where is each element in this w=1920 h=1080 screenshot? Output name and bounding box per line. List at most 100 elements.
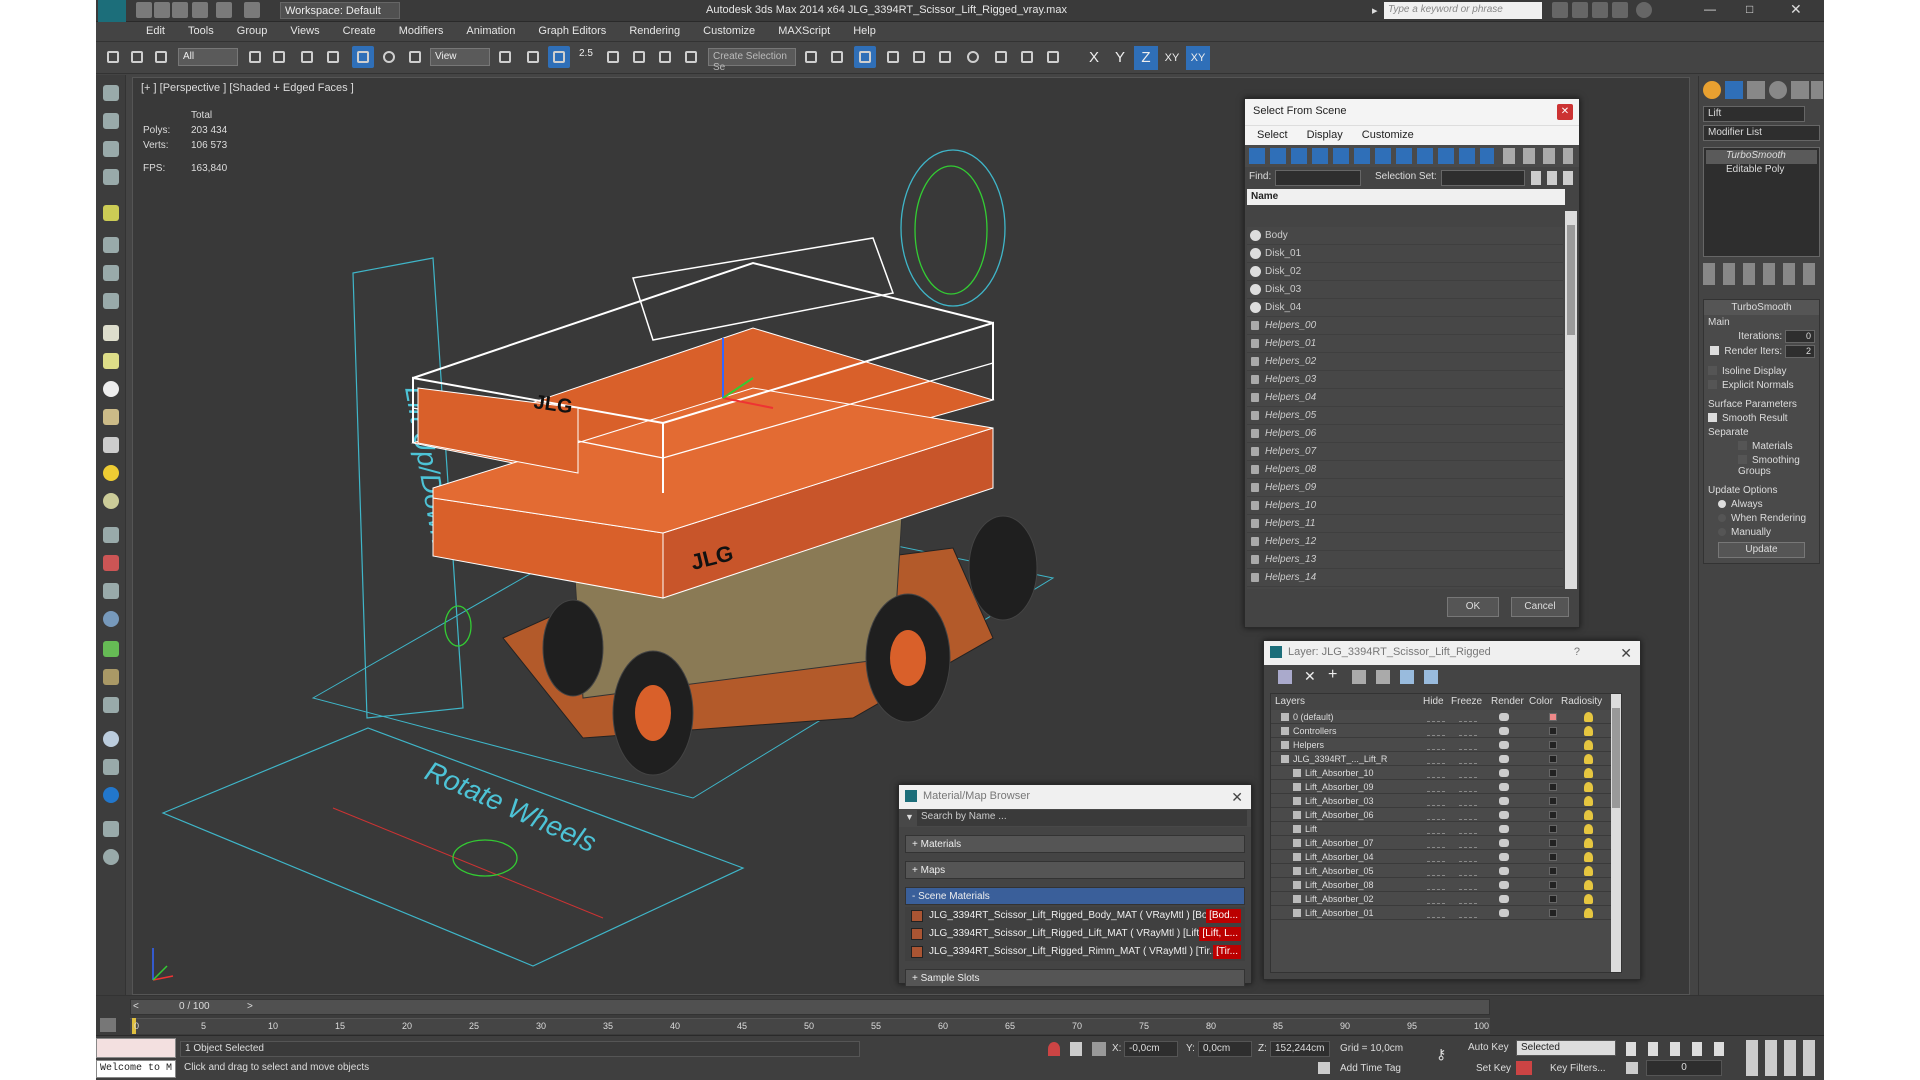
- radiosity-bulb-icon[interactable]: [1584, 866, 1593, 876]
- hide-toggle[interactable]: [1427, 782, 1445, 792]
- select-menu-select[interactable]: Select: [1257, 129, 1288, 141]
- scene-object-list[interactable]: Body Disk_01 Disk_02 Disk_03 Disk_04 Helpers_…: [1247, 227, 1563, 589]
- layer-color-swatch[interactable]: [1549, 839, 1557, 847]
- unlink-icon[interactable]: [126, 46, 148, 68]
- hide-toggle[interactable]: [1427, 880, 1445, 890]
- plant-icon[interactable]: [103, 641, 119, 657]
- add-time-tag[interactable]: Add Time Tag: [1340, 1063, 1401, 1074]
- axis-xy-button[interactable]: XY: [1160, 46, 1184, 70]
- radiosity-bulb-icon[interactable]: [1584, 796, 1593, 806]
- fx-icon[interactable]: [103, 697, 119, 713]
- modify-tab-icon[interactable]: [1725, 81, 1743, 99]
- layer-dialog-help-button[interactable]: ?: [1574, 646, 1580, 658]
- hide-toggle[interactable]: [1427, 894, 1445, 904]
- select-menu-display[interactable]: Display: [1307, 129, 1343, 141]
- scene-material-item[interactable]: JLG_3394RT_Scissor_Lift_Rigged_Body_MAT …: [905, 907, 1245, 925]
- scene-list-item[interactable]: Helpers_14: [1247, 569, 1563, 587]
- current-frame-field[interactable]: 0: [1646, 1060, 1722, 1076]
- material-editor-icon[interactable]: [962, 46, 984, 68]
- layer-color-swatch[interactable]: [1549, 783, 1557, 791]
- freeze-toggle[interactable]: [1459, 754, 1477, 764]
- save-file-icon[interactable]: [172, 2, 188, 18]
- render-iters-spinner[interactable]: 2: [1785, 345, 1815, 358]
- menu-maxscript[interactable]: MAXScript: [768, 22, 840, 37]
- when-rendering-radio[interactable]: [1718, 514, 1726, 522]
- menu-group[interactable]: Group: [227, 22, 278, 37]
- layer-row[interactable]: Lift_Absorber_07: [1271, 836, 1621, 850]
- minimize-button[interactable]: —: [1704, 2, 1716, 16]
- render-teapot-icon[interactable]: [1499, 769, 1509, 777]
- add-to-layer-icon[interactable]: +: [1328, 666, 1337, 684]
- new-layer-icon[interactable]: [1278, 670, 1292, 684]
- scene-list-item[interactable]: Disk_01: [1247, 245, 1563, 263]
- y-coord-field[interactable]: 0,0cm: [1198, 1041, 1252, 1057]
- freeze-toggle[interactable]: [1459, 880, 1477, 890]
- scene-list-item[interactable]: Helpers_01: [1247, 335, 1563, 353]
- render-teapot-icon[interactable]: [1499, 825, 1509, 833]
- manually-radio[interactable]: [1718, 528, 1726, 536]
- freeze-toggle[interactable]: [1459, 740, 1477, 750]
- update-button[interactable]: Update: [1718, 542, 1805, 558]
- mirror-icon[interactable]: [800, 46, 822, 68]
- col-layers[interactable]: Layers: [1275, 696, 1305, 707]
- layer-row[interactable]: Lift_Absorber_02: [1271, 892, 1621, 906]
- link-icon[interactable]: [102, 46, 124, 68]
- maximize-button[interactable]: □: [1746, 2, 1753, 16]
- bind-spacewarp-icon[interactable]: [150, 46, 172, 68]
- scene-list-item[interactable]: Helpers_06: [1247, 425, 1563, 443]
- scene-list-item[interactable]: Helpers_11: [1247, 515, 1563, 533]
- freeze-toggle[interactable]: [1459, 810, 1477, 820]
- time-slider-next[interactable]: >: [247, 1001, 253, 1012]
- render-teapot-icon[interactable]: [1499, 895, 1509, 903]
- menu-rendering[interactable]: Rendering: [619, 22, 690, 37]
- scene-list-item[interactable]: Helpers_08: [1247, 461, 1563, 479]
- hide-toggle[interactable]: [1427, 908, 1445, 918]
- radiosity-bulb-icon[interactable]: [1584, 880, 1593, 890]
- stack-tools[interactable]: [1703, 263, 1820, 285]
- freeze-toggle[interactable]: [1459, 824, 1477, 834]
- find-input[interactable]: [1275, 170, 1361, 186]
- radiosity-bulb-icon[interactable]: [1584, 726, 1593, 736]
- display-tab-icon[interactable]: [1791, 81, 1809, 99]
- select-dialog-close-button[interactable]: ✕: [1557, 104, 1573, 120]
- key-mode-icon[interactable]: [1626, 1062, 1638, 1074]
- project-folder-icon[interactable]: [244, 2, 260, 18]
- window-crossing-icon[interactable]: [322, 46, 344, 68]
- question-icon[interactable]: [103, 849, 119, 865]
- redo-icon[interactable]: [216, 2, 232, 18]
- layer-color-swatch[interactable]: [1549, 853, 1557, 861]
- pyramid-icon[interactable]: [103, 583, 119, 599]
- col-freeze[interactable]: Freeze: [1451, 696, 1482, 707]
- create-tab-icon[interactable]: [1703, 81, 1721, 99]
- render-setup-icon[interactable]: [990, 46, 1012, 68]
- open-file-icon[interactable]: [154, 2, 170, 18]
- binoculars-icon[interactable]: [1552, 2, 1568, 18]
- render-teapot-icon[interactable]: [1499, 727, 1509, 735]
- layers-icon[interactable]: [103, 821, 119, 837]
- delete-layer-icon[interactable]: ✕: [1304, 668, 1316, 685]
- favorites-star-icon[interactable]: [1612, 2, 1628, 18]
- hemisphere-icon[interactable]: [103, 265, 119, 281]
- scene-list-item[interactable]: Helpers_05: [1247, 407, 1563, 425]
- hide-toggle[interactable]: [1427, 796, 1445, 806]
- align-icon[interactable]: [826, 46, 848, 68]
- modifier-list-dropdown[interactable]: Modifier List: [1703, 125, 1820, 141]
- scene-list-item[interactable]: Helpers_12: [1247, 533, 1563, 551]
- scene-list-item[interactable]: Helpers_15: [1247, 587, 1563, 589]
- scene-material-item[interactable]: JLG_3394RT_Scissor_Lift_Rigged_Lift_MAT …: [905, 925, 1245, 943]
- render-iters-checkbox[interactable]: [1710, 346, 1720, 356]
- scene-list-item[interactable]: Disk_04: [1247, 299, 1563, 317]
- search-options-icon[interactable]: ▼: [905, 812, 914, 822]
- freeze-toggle[interactable]: [1459, 712, 1477, 722]
- scene-list-item[interactable]: Helpers_03: [1247, 371, 1563, 389]
- isoline-checkbox[interactable]: [1708, 366, 1717, 375]
- layer-color-swatch[interactable]: [1549, 797, 1557, 805]
- render-teapot-icon[interactable]: [1499, 713, 1509, 721]
- layer-scroll-thumb[interactable]: [1612, 708, 1620, 808]
- select-rotate-icon[interactable]: [378, 46, 400, 68]
- select-dialog-title[interactable]: Select From Scene ✕: [1245, 99, 1579, 125]
- edit-named-sets-icon[interactable]: [680, 46, 702, 68]
- auto-key-button[interactable]: Auto Key: [1468, 1042, 1509, 1053]
- time-slider-prev[interactable]: <: [133, 1001, 139, 1012]
- freeze-toggle[interactable]: [1459, 894, 1477, 904]
